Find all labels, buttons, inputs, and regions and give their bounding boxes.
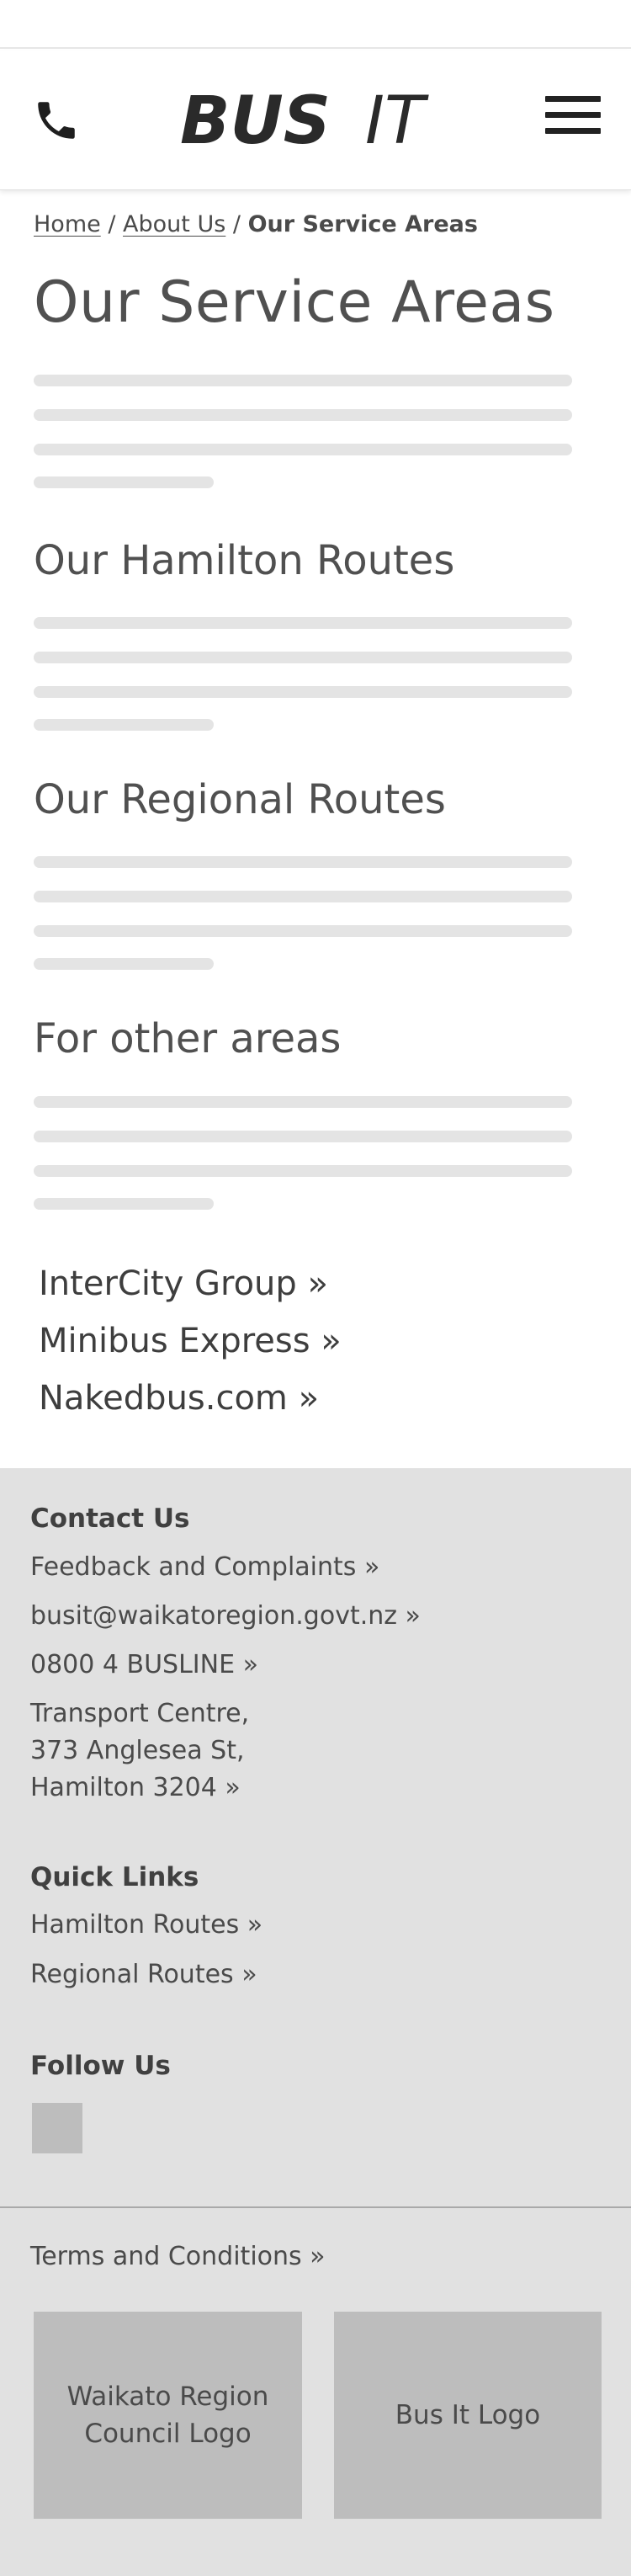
footer-follow-heading: Follow Us bbox=[30, 2051, 171, 2081]
phone-link[interactable]: 0800 4 BUSLINE » bbox=[30, 1647, 258, 1684]
phone-icon[interactable] bbox=[32, 96, 81, 145]
quicklink-regional-routes[interactable]: Regional Routes » bbox=[30, 1956, 257, 1993]
external-operators-list: InterCity Group » Minibus Express » Nake… bbox=[39, 1259, 342, 1430]
email-link[interactable]: busit@waikatoregion.govt.nz » bbox=[30, 1598, 421, 1635]
page-title: Our Service Areas bbox=[34, 269, 555, 336]
breadcrumb-home-link[interactable]: Home bbox=[34, 211, 101, 237]
breadcrumb: Home / About Us / Our Service Areas bbox=[34, 211, 478, 237]
intercity-link[interactable]: InterCity Group » bbox=[39, 1259, 342, 1316]
footer-divider bbox=[0, 2206, 631, 2208]
section-title-regional-routes: Our Regional Routes bbox=[34, 776, 446, 823]
text-placeholder-line bbox=[34, 958, 214, 970]
text-placeholder-line bbox=[34, 1165, 572, 1177]
text-placeholder-line bbox=[34, 686, 572, 698]
address-line-2: 373 Anglesea St, bbox=[30, 1736, 245, 1765]
terms-link[interactable]: Terms and Conditions » bbox=[30, 2238, 326, 2275]
breadcrumb-about-link[interactable]: About Us bbox=[123, 211, 225, 237]
text-placeholder-line bbox=[34, 617, 572, 629]
breadcrumb-current: Our Service Areas bbox=[247, 211, 478, 237]
minibus-express-link[interactable]: Minibus Express » bbox=[39, 1316, 342, 1373]
footer-contact-heading: Contact Us bbox=[30, 1504, 190, 1534]
text-placeholder-line bbox=[34, 444, 572, 455]
text-placeholder-line bbox=[34, 1096, 572, 1108]
section-title-other-areas: For other areas bbox=[34, 1015, 342, 1062]
top-status-strip bbox=[0, 0, 631, 49]
text-placeholder-line bbox=[34, 719, 214, 731]
text-placeholder-line bbox=[34, 856, 572, 868]
waikato-logo-line-1: Waikato Region bbox=[66, 2382, 269, 2412]
text-placeholder-line bbox=[34, 476, 214, 488]
site-header: BUS IT bbox=[0, 51, 631, 190]
text-placeholder-line bbox=[34, 891, 572, 902]
breadcrumb-separator: / bbox=[232, 211, 241, 237]
busit-logo-label: Bus It Logo bbox=[395, 2400, 541, 2430]
address-link[interactable]: Hamilton 3204 » bbox=[30, 1770, 241, 1807]
quicklink-hamilton-routes[interactable]: Hamilton Routes » bbox=[30, 1907, 262, 1944]
text-placeholder-line bbox=[34, 1131, 572, 1142]
text-placeholder-line bbox=[34, 925, 572, 937]
text-placeholder-line bbox=[34, 652, 572, 663]
logo-text-light: IT bbox=[365, 86, 429, 153]
section-title-hamilton-routes: Our Hamilton Routes bbox=[34, 537, 455, 584]
nakedbus-link[interactable]: Nakedbus.com » bbox=[39, 1373, 342, 1430]
busit-logo[interactable]: BUS IT bbox=[178, 83, 456, 159]
feedback-link[interactable]: Feedback and Complaints » bbox=[30, 1549, 379, 1586]
hamburger-menu-icon[interactable] bbox=[545, 96, 601, 143]
site-footer: Contact Us Feedback and Complaints » bus… bbox=[0, 1468, 631, 2576]
address-line-1: Transport Centre, bbox=[30, 1699, 250, 1728]
logo-text-bold: BUS bbox=[180, 86, 331, 153]
waikato-council-logo[interactable]: Waikato Region Council Logo bbox=[34, 2312, 302, 2519]
text-placeholder-line bbox=[34, 1198, 214, 1210]
waikato-logo-line-2: Council Logo bbox=[84, 2419, 252, 2449]
text-placeholder-line bbox=[34, 375, 572, 386]
footer-quicklinks-heading: Quick Links bbox=[30, 1862, 199, 1892]
busit-footer-logo[interactable]: Bus It Logo bbox=[334, 2312, 602, 2519]
text-placeholder-line bbox=[34, 409, 572, 421]
breadcrumb-separator: / bbox=[108, 211, 116, 237]
social-icon-placeholder[interactable] bbox=[32, 2103, 82, 2153]
